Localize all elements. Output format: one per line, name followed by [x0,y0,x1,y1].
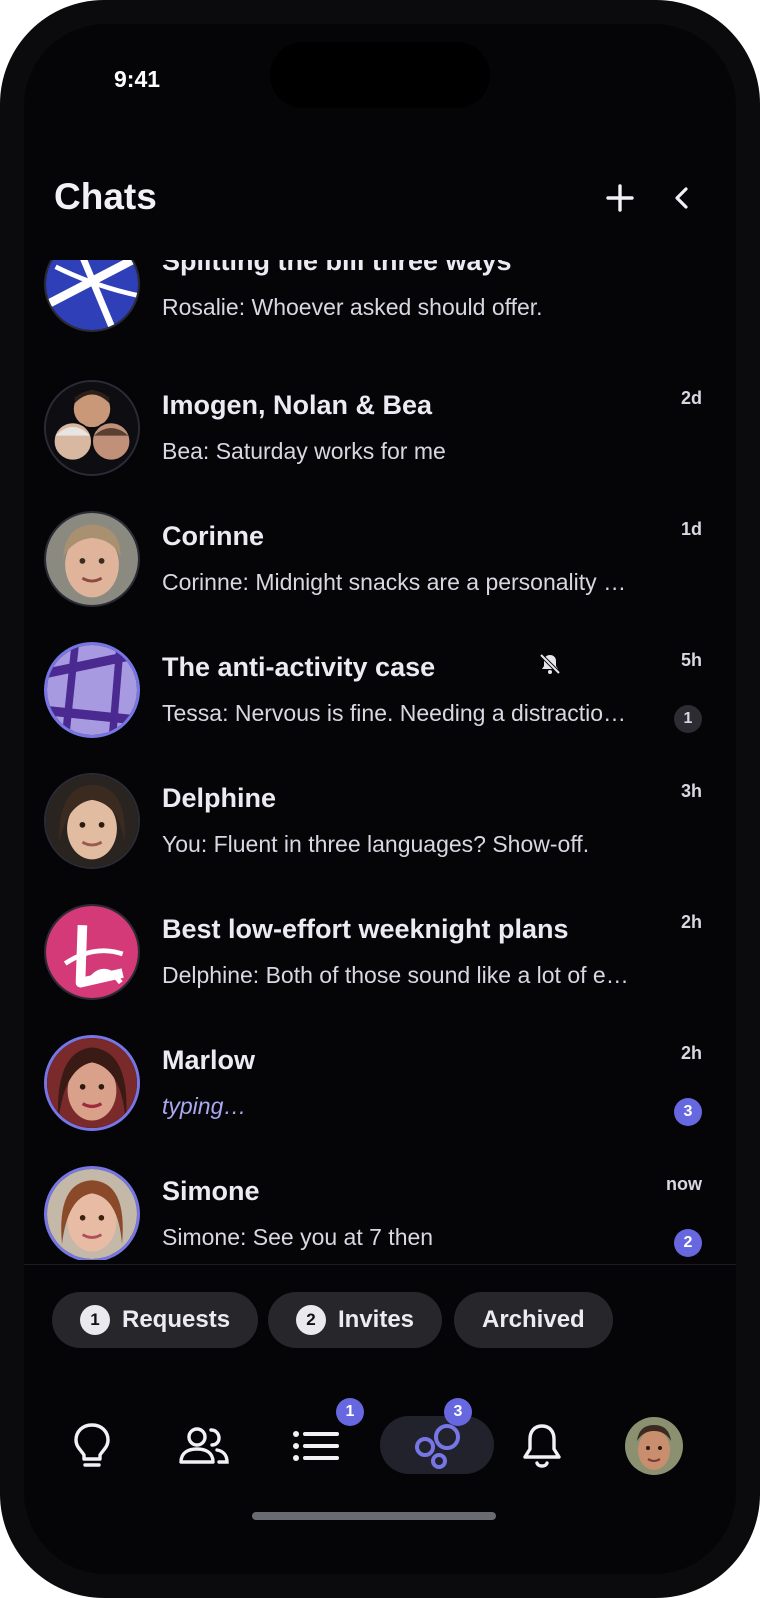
group-avatar [44,904,140,1000]
chat-row-corinne[interactable]: Corinne Corinne: Midnight snacks are a p… [24,493,736,624]
chat-time: 2h [680,912,702,932]
chat-name: Splitting the bill three ways [162,260,512,276]
typing-indicator: typing… [162,1093,247,1119]
tab-people[interactable] [172,1414,236,1478]
requests-count: 1 [80,1305,110,1335]
chat-preview: Corinne: Midnight snacks are a personali… [162,569,632,595]
tab-notifications[interactable] [510,1414,574,1478]
chat-row-bill[interactable]: Splitting the bill three ways Rosalie: W… [24,260,736,349]
chat-time: 2h [680,1043,702,1063]
chats-badge: 3 [444,1398,472,1426]
chat-preview: You: Fluent in three languages? Show-off… [162,831,590,857]
invites-label: Invites [338,1306,415,1333]
avatar [44,511,140,607]
chat-name: Corinne [162,521,265,551]
chat-name: The anti-activity case [162,652,436,682]
list-icon [293,1431,339,1461]
lists-badge: 1 [336,1398,364,1426]
group-avatar [44,260,140,332]
page-title: Chats [54,176,157,217]
screen: 9:41 Chats Splitting the bill three ways… [24,24,736,1574]
chat-name: Best low-effort weeknight plans [162,914,569,944]
chat-name: Simone [162,1176,260,1206]
chat-row-anti-activity[interactable]: The anti-activity case Tessa: Nervous is… [24,624,736,755]
tab-ideas[interactable] [60,1414,124,1478]
home-indicator [252,1512,496,1520]
group-avatar [44,642,140,738]
status-time: 9:41 [114,66,161,92]
back-button[interactable] [658,174,706,222]
unread-badge: 2 [674,1229,702,1257]
lightbulb-icon [74,1423,110,1467]
archived-filter-button[interactable]: Archived [454,1292,613,1348]
requests-filter-button[interactable]: 1 Requests [52,1292,259,1348]
tab-lists[interactable] [284,1414,348,1478]
chat-time: now [666,1174,702,1194]
phone-frame: 9:41 Chats Splitting the bill three ways… [0,0,760,1598]
divider [24,1264,736,1265]
chat-preview: Bea: Saturday works for me [162,438,446,464]
chat-time: 3h [680,781,702,801]
chat-name: Marlow [162,1045,256,1075]
chat-time: 5h [680,650,702,670]
chevron-left-icon [675,187,688,209]
avatar [44,1166,140,1260]
unread-badge: 3 [674,1098,702,1126]
chat-preview: Simone: See you at 7 then [162,1224,434,1250]
chat-preview: Delphine: Both of those sound like a lot… [162,962,632,988]
chat-time: 2d [680,388,702,408]
invites-filter-button[interactable]: 2 Invites [268,1292,443,1348]
muted-bell-icon [539,653,561,675]
people-icon [179,1427,229,1464]
bubbles-icon [415,1424,460,1469]
chat-name: Delphine [162,783,277,813]
plus-icon [606,184,634,212]
archived-label: Archived [482,1306,585,1333]
unread-badge: 1 [674,705,702,733]
avatar [44,1035,140,1131]
chat-name: Imogen, Nolan & Bea [162,390,433,420]
chat-preview: Tessa: Nervous is fine. Needing a distra… [162,700,632,726]
chat-row-delphine[interactable]: Delphine You: Fluent in three languages?… [24,755,736,886]
group-avatar [44,380,140,476]
dynamic-island [270,42,490,108]
new-chat-button[interactable] [596,174,644,222]
avatar [44,773,140,869]
chat-row-weeknight[interactable]: Best low-effort weeknight plans Delphine… [24,886,736,1017]
invites-count: 2 [296,1305,326,1335]
chat-list[interactable]: Splitting the bill three ways Rosalie: W… [24,260,736,1260]
bell-icon [523,1424,561,1468]
profile-avatar [625,1417,683,1475]
chat-row-marlow[interactable]: Marlow typing… 2h 3 [24,1017,736,1148]
requests-label: Requests [122,1306,231,1333]
chat-row-imogen[interactable]: Imogen, Nolan & Bea Bea: Saturday works … [24,362,736,493]
chat-preview: Rosalie: Whoever asked should offer. [162,294,543,320]
tab-profile[interactable] [622,1414,686,1478]
chat-time: 1d [680,519,702,539]
chat-row-simone[interactable]: Simone Simone: See you at 7 then now 2 [24,1148,736,1260]
